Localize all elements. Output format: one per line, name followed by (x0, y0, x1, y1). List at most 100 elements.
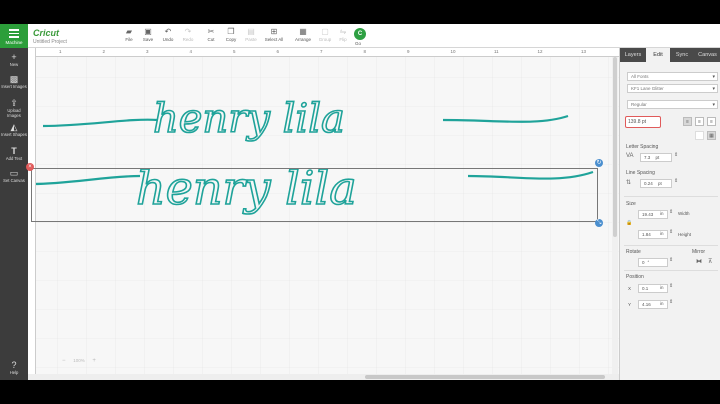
zoom-control: − 100% + (62, 358, 96, 364)
ruler-tick: 3 (146, 49, 149, 54)
letter-spacing-label: Letter Spacing (626, 144, 659, 150)
advanced-button[interactable]: ▦ (707, 131, 716, 140)
panel-tabs: Layers Edit Sync Canvas (620, 48, 720, 62)
ruler-tick: 7 (320, 49, 323, 54)
ruler-tick: 11 (494, 49, 499, 54)
divider (624, 270, 718, 271)
ruler-tick: 2 (102, 49, 106, 54)
vertical-scrollbar-thumb[interactable] (613, 57, 617, 237)
line-spacing-icon: ⇅ (626, 180, 632, 186)
stepper-icon[interactable]: ⇕ (669, 283, 673, 289)
ruler-tick: 13 (581, 49, 587, 54)
font-select[interactable]: KF1 Lane Glitter ▾ (627, 84, 718, 93)
ruler-tick: 9 (407, 49, 410, 54)
upload-icon: ⇪ (10, 98, 18, 108)
stepper-icon[interactable]: ⇕ (674, 152, 678, 158)
chevron-down-icon: ▾ (712, 86, 715, 92)
font-style-select[interactable]: Regular ▾ (627, 100, 718, 109)
chevron-down-icon: ▾ (712, 102, 715, 108)
lock-icon[interactable]: 🔒 (626, 220, 632, 226)
resize-handle-icon[interactable]: ⤡ (595, 219, 603, 227)
ruler-tick: 8 (363, 49, 367, 54)
plus-icon: + (11, 52, 17, 62)
sidebar-item-help[interactable]: ? Help (0, 360, 28, 375)
ruler-horizontal: 1 2 3 4 5 6 7 8 9 10 11 12 13 (28, 48, 619, 57)
letter-spacing-icon: VA (626, 153, 634, 159)
sidebar-item-insert-shapes[interactable]: ◭ Insert Shapes (0, 122, 28, 137)
line-spacing-input[interactable]: 0.24 pt (640, 179, 672, 188)
font-size-input[interactable]: 139.8 pt (625, 116, 661, 128)
rotate-label: Rotate (626, 249, 641, 255)
divider (624, 245, 718, 246)
height-label: Height (678, 232, 692, 237)
hamburger-icon (9, 29, 19, 38)
zoom-level: 100% (73, 358, 85, 363)
tab-sync[interactable]: Sync (670, 48, 694, 62)
stepper-icon[interactable]: ⇕ (669, 299, 673, 305)
position-label: Position (626, 274, 644, 280)
width-label: Width (678, 211, 690, 216)
shapes-icon: ◭ (10, 122, 18, 132)
align-left-button[interactable]: ≡ (683, 117, 692, 126)
tab-canvas[interactable]: Canvas (694, 48, 720, 62)
sidebar-item-insert-images[interactable]: ▩ Insert Images (0, 74, 28, 89)
project-name: Untitled Project (33, 39, 67, 45)
machine-menu-button[interactable]: Machine (0, 24, 28, 48)
x-label: X (628, 286, 632, 291)
help-icon: ? (11, 360, 17, 370)
sidebar-item-set-canvas[interactable]: ▭ Set Canvas (0, 168, 28, 183)
sidebar-item-add-text[interactable]: T Add Text (0, 146, 28, 161)
rotate-input[interactable]: 0 ° (638, 258, 668, 267)
machine-menu-label: Machine (5, 39, 23, 45)
curve-button[interactable] (695, 131, 704, 140)
letter-spacing-input[interactable]: 7.3 pt (640, 153, 672, 162)
flip-icon: ⇋ (339, 27, 347, 36)
go-button[interactable]: C (354, 28, 366, 40)
mirror-horizontal-icon[interactable]: ⧓ (696, 258, 702, 265)
vertical-scrollbar[interactable] (612, 57, 618, 374)
line-spacing-label: Line Spacing (626, 170, 655, 176)
select-all-button[interactable]: ⊞ Select All (260, 27, 288, 42)
align-center-button[interactable]: ≡ (695, 117, 704, 126)
ruler-tick: 1 (59, 49, 62, 54)
mirror-vertical-icon[interactable]: ⊼ (708, 258, 712, 265)
sidebar-item-upload-images[interactable]: ⇪ Upload Images (0, 98, 28, 118)
tab-edit[interactable]: Edit (646, 48, 670, 62)
zoom-out-icon[interactable]: − (62, 358, 66, 364)
rotate-handle-icon[interactable]: ↻ (595, 159, 603, 167)
selection-box[interactable]: × ↻ ⤡ (26, 159, 603, 227)
flip-button[interactable]: ⇋ Flip (330, 27, 356, 42)
cricut-logo: Cricut (33, 28, 60, 38)
stepper-icon[interactable]: ⇕ (669, 209, 673, 215)
stepper-icon[interactable]: ⇕ (669, 257, 673, 263)
divider (624, 196, 718, 197)
top-toolbar: Machine Cricut Untitled Project ▰ File ▣… (0, 24, 720, 48)
y-unit: in (660, 301, 664, 306)
horizontal-scrollbar[interactable] (28, 374, 619, 380)
canvas-icon: ▭ (9, 168, 19, 178)
y-label: Y (628, 302, 632, 307)
horizontal-scrollbar-thumb[interactable] (365, 375, 605, 379)
zoom-in-icon[interactable]: + (92, 358, 96, 364)
app-header: Machine Cricut Untitled Project ▰ File ▣… (0, 24, 720, 48)
width-unit: in (660, 211, 664, 216)
ruler-tick: 10 (450, 49, 456, 54)
tab-layers[interactable]: Layers (620, 48, 646, 62)
height-unit: in (660, 231, 664, 236)
ruler-tick: 6 (276, 49, 280, 54)
chevron-down-icon: ▾ (712, 74, 715, 80)
select-all-icon: ⊞ (270, 27, 278, 36)
sidebar-item-new[interactable]: + New (0, 52, 28, 67)
ruler-tick: 4 (189, 49, 193, 54)
stepper-icon[interactable]: ⇕ (674, 178, 678, 184)
stepper-icon[interactable]: ⇕ (669, 229, 673, 235)
ruler-tick: 12 (537, 49, 543, 54)
delete-handle-icon[interactable]: × (26, 163, 34, 171)
text-icon: T (11, 146, 17, 156)
font-filter-select[interactable]: All Fonts ▾ (627, 72, 718, 81)
image-icon: ▩ (9, 74, 19, 84)
go-label: Go (355, 41, 362, 46)
mirror-label: Mirror (692, 249, 706, 255)
ruler-tick: 5 (233, 49, 236, 54)
align-right-button[interactable]: ≡ (707, 117, 716, 126)
